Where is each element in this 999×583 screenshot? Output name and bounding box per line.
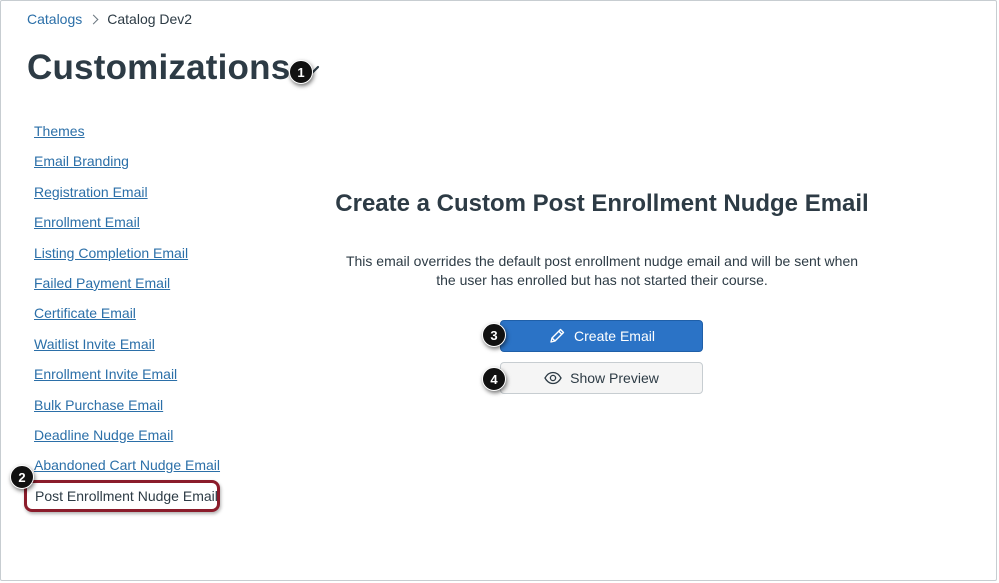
sidebar-item-bulk-purchase-email[interactable]: Bulk Purchase Email [34, 395, 234, 425]
sidebar-item-registration-email[interactable]: Registration Email [34, 182, 234, 212]
show-preview-button[interactable]: Show Preview [500, 362, 703, 394]
main-heading: Create a Custom Post Enrollment Nudge Em… [335, 190, 869, 217]
sidebar-item-listing-completion-email[interactable]: Listing Completion Email [34, 243, 234, 273]
page-title: Customizations [27, 48, 291, 87]
sidebar-item-certificate-email[interactable]: Certificate Email [34, 303, 234, 333]
eye-icon [544, 371, 562, 385]
sidebar-item-enrollment-invite-email[interactable]: Enrollment Invite Email [34, 364, 234, 394]
sidebar-item-enrollment-email[interactable]: Enrollment Email [34, 212, 234, 242]
main-description: This email overrides the default post en… [345, 253, 859, 288]
callout-badge-3: 3 [482, 323, 506, 347]
callout-badge-1: 1 [289, 60, 313, 84]
sidebar-item-deadline-nudge-email[interactable]: Deadline Nudge Email [34, 425, 234, 455]
breadcrumb: Catalogs Catalog Dev2 [27, 11, 192, 27]
sidebar-item-post-enrollment-nudge-email[interactable]: Post Enrollment Nudge Email [24, 480, 220, 512]
pencil-icon [550, 328, 565, 343]
page-header: Customizations [27, 48, 320, 88]
breadcrumb-catalogs-link[interactable]: Catalogs [27, 11, 82, 27]
sidebar-item-waitlist-invite-email[interactable]: Waitlist Invite Email [34, 334, 234, 364]
create-email-label: Create Email [574, 328, 655, 344]
breadcrumb-chevron-right-icon [88, 14, 99, 24]
sidebar-item-email-branding[interactable]: Email Branding [34, 151, 234, 181]
show-preview-label: Show Preview [570, 370, 659, 386]
callout-badge-2: 2 [10, 465, 34, 489]
sidebar-item-failed-payment-email[interactable]: Failed Payment Email [34, 273, 234, 303]
sidebar-nav: Themes Email Branding Registration Email… [34, 121, 234, 486]
sidebar-item-themes[interactable]: Themes [34, 121, 234, 151]
callout-badge-4: 4 [482, 367, 506, 391]
breadcrumb-current: Catalog Dev2 [107, 11, 193, 27]
create-email-button[interactable]: Create Email [500, 320, 703, 352]
